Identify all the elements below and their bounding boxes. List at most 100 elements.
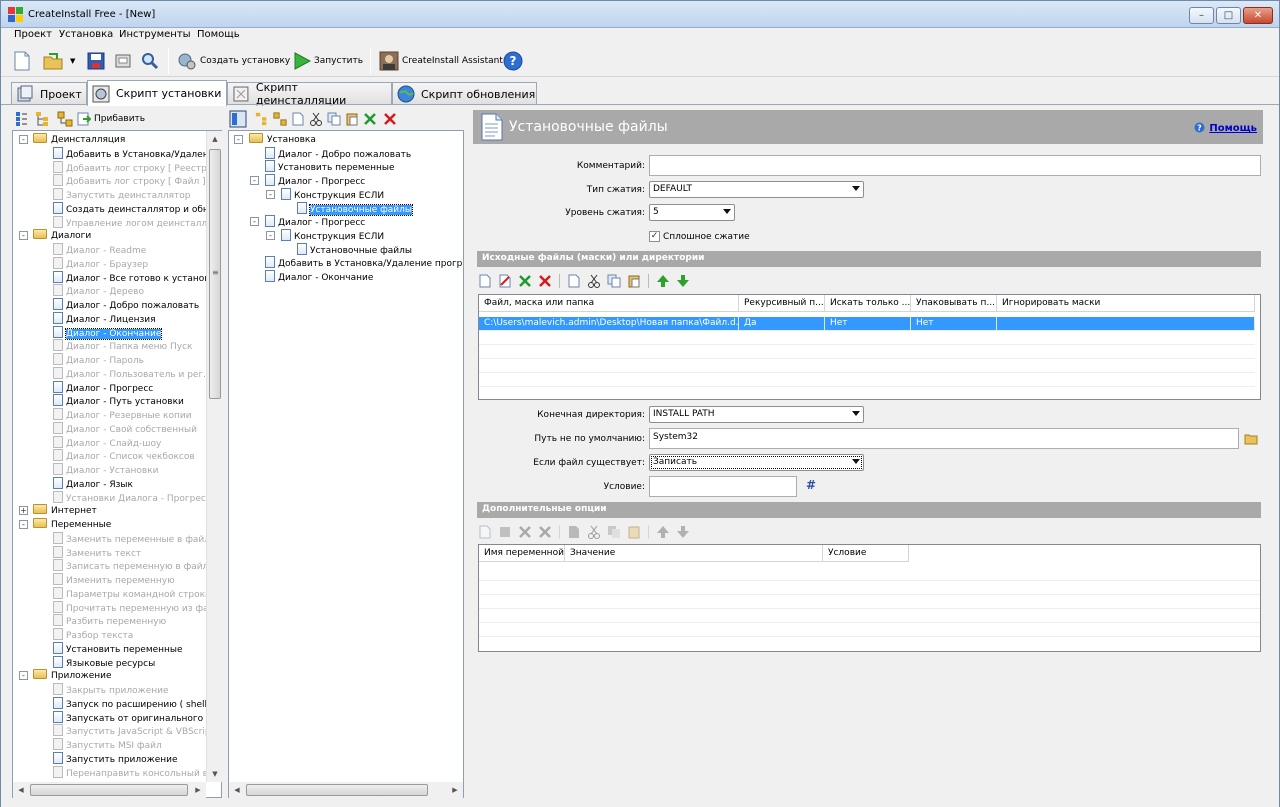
list-item[interactable]: Диалог - Свой собственный	[53, 421, 197, 435]
collapse-icon[interactable]: -	[266, 189, 275, 199]
tab-install-script[interactable]: Скрипт установки	[87, 80, 227, 106]
collapse-icon[interactable]: -	[19, 671, 28, 681]
list-item[interactable]: Диалог - Добро пожаловать	[53, 298, 199, 311]
tree-group[interactable]: Диалоги	[33, 229, 91, 242]
list-item[interactable]: Добавить в Установка/Удален	[53, 146, 206, 160]
list-item[interactable]: Закрыть приложение	[53, 683, 169, 696]
table-row[interactable]	[479, 595, 1260, 609]
sources-col-pack[interactable]: Упаковывать п...	[911, 295, 997, 312]
destination-select[interactable]: INSTALL PATH	[649, 406, 864, 423]
add-command-button[interactable]: Прибавить	[77, 112, 145, 126]
new-item-icon[interactable]	[567, 274, 581, 288]
list-item[interactable]: Диалог - Браузер	[53, 256, 148, 270]
script-tree-hscroll[interactable]: ◀ ▶	[229, 782, 463, 798]
print-button[interactable]	[114, 51, 132, 71]
run-button[interactable]: Запустить	[293, 51, 363, 71]
check-icon[interactable]	[518, 274, 532, 288]
list-item[interactable]: Диалог - Путь установки	[53, 394, 184, 407]
cut-icon[interactable]	[309, 112, 323, 126]
list-item[interactable]: Установки Диалога - Прогресс	[53, 490, 206, 504]
list-item[interactable]: Заменить текст	[53, 545, 141, 559]
list-item[interactable]: Запустить приложение	[53, 751, 178, 765]
list-item[interactable]: Установить переменные	[53, 641, 183, 655]
condition-field[interactable]	[649, 476, 797, 497]
sources-col-file[interactable]: Файл, маска или папка	[479, 295, 739, 312]
move-down-icon[interactable]	[676, 525, 690, 539]
script-tree-item[interactable]: Конструкция ЕСЛИ	[281, 228, 384, 242]
table-row[interactable]	[479, 567, 1260, 581]
menu-setup[interactable]: Установка	[59, 29, 113, 40]
scroll-down-icon[interactable]: ▼	[207, 766, 223, 782]
edit-variable-icon[interactable]	[498, 525, 512, 539]
build-setup-button[interactable]: Создать установку	[177, 51, 290, 71]
list-item[interactable]: Добавить лог строку [ Файл ]	[53, 174, 206, 187]
list-item[interactable]: Запустить MSI файл	[53, 738, 162, 751]
list-item[interactable]: Разбить переменную	[53, 614, 166, 627]
maximize-button[interactable]: □	[1216, 7, 1241, 24]
scroll-up-icon[interactable]: ▲	[207, 131, 223, 147]
expand-icon[interactable]: +	[19, 506, 28, 516]
menu-tools[interactable]: Инструменты	[119, 29, 191, 40]
list-item[interactable]: Создать деинсталлятор и обнов	[53, 201, 206, 215]
list-item[interactable]: Прочитать переменную из файл	[53, 600, 206, 614]
condition-builder-icon[interactable]: #	[806, 478, 816, 492]
list-item[interactable]: Диалог - Список чекбоксов	[53, 449, 195, 462]
script-tree-item[interactable]: Диалог - Окончание	[265, 270, 373, 283]
script-tree-item[interactable]: Установка	[249, 133, 316, 146]
script-tree-item[interactable]: Диалог - Прогресс	[265, 215, 365, 228]
collapse-icon[interactable]: -	[234, 135, 243, 144]
scroll-right-icon[interactable]: ▶	[447, 782, 463, 798]
find-button[interactable]	[141, 51, 159, 71]
list-item[interactable]: Изменить переменную	[53, 573, 175, 586]
list-item[interactable]: Запускать от оригинального по	[53, 710, 206, 724]
toggle-panel-icon[interactable]	[229, 110, 247, 128]
paste-icon[interactable]	[627, 525, 641, 539]
tab-update-script[interactable]: Скрипт обновления	[392, 82, 537, 105]
list-item[interactable]: Диалог - Прогресс	[53, 380, 153, 394]
script-tree-item[interactable]: Установить переменные	[265, 160, 395, 173]
paste-icon[interactable]	[627, 274, 641, 288]
list-item[interactable]: Диалог - Резервные копии	[53, 408, 192, 421]
new-item-icon[interactable]	[291, 112, 305, 126]
check-icon[interactable]	[363, 112, 377, 126]
hscroll-thumb[interactable]	[246, 784, 428, 796]
list-item[interactable]: Диалог - Язык	[53, 476, 133, 490]
collapse-icon[interactable]: -	[19, 135, 28, 144]
sort-tree-icon[interactable]	[35, 111, 51, 127]
add-file-icon[interactable]	[478, 274, 492, 288]
sources-col-ignore[interactable]: Игнорировать маски	[997, 295, 1255, 312]
script-tree-item[interactable]: Установочные файлы	[297, 242, 412, 256]
scroll-left-icon[interactable]: ◀	[13, 782, 29, 798]
script-tree-item[interactable]: Диалог - Добро пожаловать	[265, 146, 411, 160]
script-tree-item[interactable]: Установочные файлы	[297, 201, 414, 216]
extra-col-condition[interactable]: Условие	[823, 545, 909, 562]
list-item[interactable]: Диалог - Лицензия	[53, 311, 156, 325]
default-path-field[interactable]: System32	[649, 428, 1239, 449]
list-item[interactable]: Языковые ресурсы	[53, 655, 155, 669]
minimize-button[interactable]: –	[1189, 7, 1214, 24]
scroll-left-icon[interactable]: ◀	[229, 782, 245, 798]
sort-tree-icon[interactable]	[255, 112, 269, 126]
tab-uninstall-script[interactable]: Скрипт деинсталляции	[227, 81, 392, 107]
comment-field[interactable]	[649, 155, 1261, 176]
command-tree-vscroll[interactable]: ▲ ≡ ▼	[206, 131, 222, 782]
check-icon[interactable]	[518, 525, 532, 539]
collapse-icon[interactable]: -	[250, 176, 259, 186]
new-button[interactable]	[13, 51, 31, 71]
list-item[interactable]: Запустить деинсталлятор	[53, 188, 191, 201]
list-item[interactable]: Перенаправить консольный вы	[53, 765, 206, 779]
table-row[interactable]	[479, 609, 1260, 623]
collapse-icon[interactable]: -	[19, 231, 28, 241]
save-button[interactable]	[87, 51, 105, 71]
copy-icon[interactable]	[607, 525, 621, 539]
compression-level-select[interactable]: 5	[649, 204, 735, 221]
sources-col-search-only[interactable]: Искать только ...	[825, 295, 911, 312]
extra-col-value[interactable]: Значение	[565, 545, 823, 562]
hscroll-thumb[interactable]	[30, 784, 188, 796]
extra-col-variable[interactable]: Имя переменной	[479, 545, 565, 562]
table-row[interactable]	[479, 623, 1260, 637]
paste-icon[interactable]	[345, 112, 359, 126]
open-button[interactable]: ▼	[43, 51, 75, 71]
move-down-icon[interactable]	[676, 274, 690, 288]
table-row[interactable]	[479, 331, 1255, 345]
